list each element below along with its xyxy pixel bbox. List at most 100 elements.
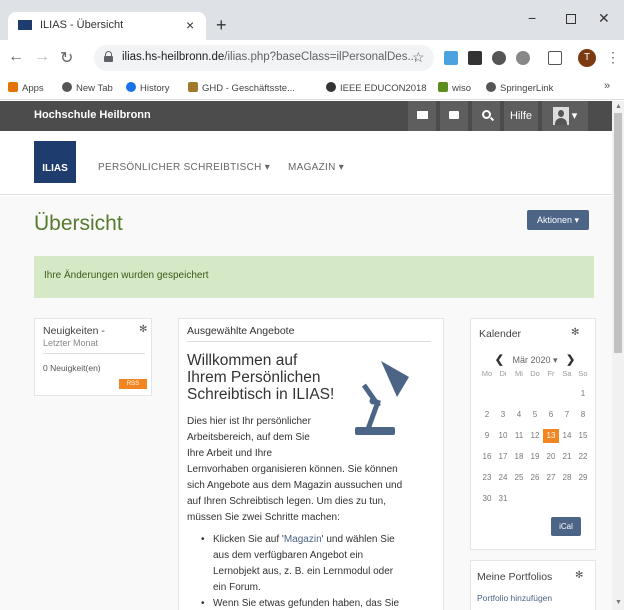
bookmark-apps[interactable]: Apps	[8, 82, 44, 94]
calendar-day[interactable]: 10	[495, 429, 511, 443]
intro-text: Dies hier ist Ihr persönlicher Arbeitsbe…	[187, 416, 403, 523]
calendar-day[interactable]: 27	[543, 471, 559, 485]
browser-tab[interactable]: ILIAS - Übersicht ×	[8, 12, 206, 40]
bookmark-springerlink[interactable]: SpringerLink	[486, 82, 553, 94]
prev-month-icon[interactable]: ❮	[495, 354, 504, 366]
calendar-day[interactable]: 24	[495, 471, 511, 485]
calendar-day[interactable]: 30	[479, 492, 495, 506]
rss-badge[interactable]: RSS	[119, 379, 147, 389]
gear-icon[interactable]: ✻	[139, 324, 147, 335]
extension-icon[interactable]	[516, 51, 530, 65]
ical-button[interactable]: iCal	[551, 517, 581, 536]
scroll-thumb[interactable]	[614, 113, 622, 353]
calendar-day	[527, 387, 543, 401]
calendar-day[interactable]: 22	[575, 450, 591, 464]
news-panel: Neuigkeiten - Letzter Monat ✻ 0 Neuigkei…	[34, 318, 152, 396]
calendar-day-today[interactable]: 13	[543, 429, 559, 443]
calendar-day[interactable]: 3	[495, 408, 511, 422]
calendar-day[interactable]: 31	[495, 492, 511, 506]
extension-icon[interactable]	[492, 51, 506, 65]
bookmark-ghd[interactable]: GHD - Geschäftsste...	[188, 82, 295, 94]
url-text: ilias.hs-heilbronn.de/ilias.php?baseClas…	[122, 51, 418, 63]
calendar-day[interactable]: 28	[559, 471, 575, 485]
nav-personal-desktop[interactable]: PERSÖNLICHER SCHREIBTISCH ▾	[98, 162, 270, 173]
calendar-day[interactable]: 15	[575, 429, 591, 443]
reload-icon[interactable]: ↻	[60, 48, 73, 68]
calendar-day[interactable]: 23	[479, 471, 495, 485]
calendar-day	[511, 492, 527, 506]
calendar-day	[543, 492, 559, 506]
calendar-day[interactable]: 7	[559, 408, 575, 422]
month-select[interactable]: Mär 2020 ▾	[512, 355, 557, 365]
mail-button[interactable]	[408, 101, 436, 131]
help-button[interactable]: Hilfe	[504, 101, 538, 131]
calendar-day[interactable]: 29	[575, 471, 591, 485]
calendar-day[interactable]: 9	[479, 429, 495, 443]
next-month-icon[interactable]: ❯	[566, 354, 575, 366]
apps-grid-icon	[8, 82, 18, 92]
back-arrow-icon[interactable]: ←	[8, 48, 24, 66]
calendar-day[interactable]: 14	[559, 429, 575, 443]
bookmark-star-icon[interactable]: ☆	[412, 49, 425, 66]
calendar-day[interactable]: 4	[511, 408, 527, 422]
gear-icon[interactable]: ✻	[571, 327, 579, 338]
springer-icon	[486, 82, 496, 92]
calendar-day[interactable]: 19	[527, 450, 543, 464]
extension-icon[interactable]	[468, 51, 482, 65]
bookmark-history[interactable]: History	[126, 82, 170, 94]
calendar-day[interactable]: 20	[543, 450, 559, 464]
bookmark-new-tab[interactable]: New Tab	[62, 82, 113, 94]
search-button[interactable]	[472, 101, 500, 131]
more-bookmarks-icon[interactable]: »	[604, 80, 610, 92]
calendar-day[interactable]: 12	[527, 429, 543, 443]
calendar-day[interactable]: 21	[559, 450, 575, 464]
maximize-window-button[interactable]	[566, 14, 576, 24]
nav-repository[interactable]: MAGAZIN ▾	[288, 162, 344, 173]
calendar-month-nav: ❮ Mär 2020 ▾ ❯	[479, 353, 591, 366]
institution-name[interactable]: Hochschule Heilbronn	[34, 109, 151, 121]
news-count: 0 Neuigkeit(en)	[43, 363, 101, 373]
calendar-day[interactable]: 8	[575, 408, 591, 422]
portfolio-title: Meine Portfolios	[477, 571, 553, 583]
news-subtitle: Letzter Monat	[43, 338, 99, 348]
page-scrollbar[interactable]: ▲ ▼	[612, 101, 624, 610]
close-window-button[interactable]: ✕	[598, 10, 610, 27]
calendar-day[interactable]: 16	[479, 450, 495, 464]
calendar-day[interactable]: 2	[479, 408, 495, 422]
divider	[43, 353, 145, 354]
bookmark-ieee[interactable]: IEEE EDUCON2018	[326, 82, 427, 94]
calendar-week-row: 9 10 11 12 13 14 15	[479, 429, 591, 443]
new-tab-button[interactable]: +	[216, 16, 227, 34]
calendar-day[interactable]: 17	[495, 450, 511, 464]
calendar-week-row: 23 24 25 26 27 28 29	[479, 471, 591, 485]
ilias-logo[interactable]: ILIAS	[34, 141, 76, 183]
magazin-link[interactable]: Magazin	[284, 534, 322, 545]
chat-button[interactable]	[440, 101, 468, 131]
globe-icon	[62, 82, 72, 92]
scroll-up-icon[interactable]: ▲	[615, 103, 622, 110]
address-bar[interactable]: ilias.hs-heilbronn.de/ilias.php?baseClas…	[94, 45, 434, 71]
calendar-day[interactable]: 18	[511, 450, 527, 464]
actions-button[interactable]: Aktionen ▾	[527, 210, 589, 230]
calendar-day[interactable]: 11	[511, 429, 527, 443]
forward-arrow-icon[interactable]: →	[34, 48, 50, 66]
minimize-window-button[interactable]: −	[528, 10, 536, 26]
extension-icon[interactable]	[444, 51, 458, 65]
scroll-down-icon[interactable]: ▼	[615, 599, 622, 606]
tab-close-icon[interactable]: ×	[186, 17, 194, 33]
calendar-day[interactable]: 6	[543, 408, 559, 422]
profile-avatar[interactable]: T	[578, 49, 596, 67]
calendar-day[interactable]: 5	[527, 408, 543, 422]
browser-menu-icon[interactable]: ⋮	[606, 49, 620, 66]
calendar-day[interactable]: 1	[575, 387, 591, 401]
bookmark-wiso[interactable]: wiso	[438, 82, 471, 94]
calendar-week-row: 2345678	[479, 408, 591, 422]
lock-icon	[104, 51, 113, 62]
gear-icon[interactable]: ✻	[575, 570, 583, 581]
user-menu-button[interactable]: ▾	[542, 101, 588, 131]
calendar-day[interactable]: 25	[511, 471, 527, 485]
key-icon[interactable]	[548, 51, 562, 65]
calendar-day[interactable]: 26	[527, 471, 543, 485]
divider	[187, 341, 431, 342]
add-portfolio-link[interactable]: Portfolio hinzufügen	[477, 593, 552, 603]
